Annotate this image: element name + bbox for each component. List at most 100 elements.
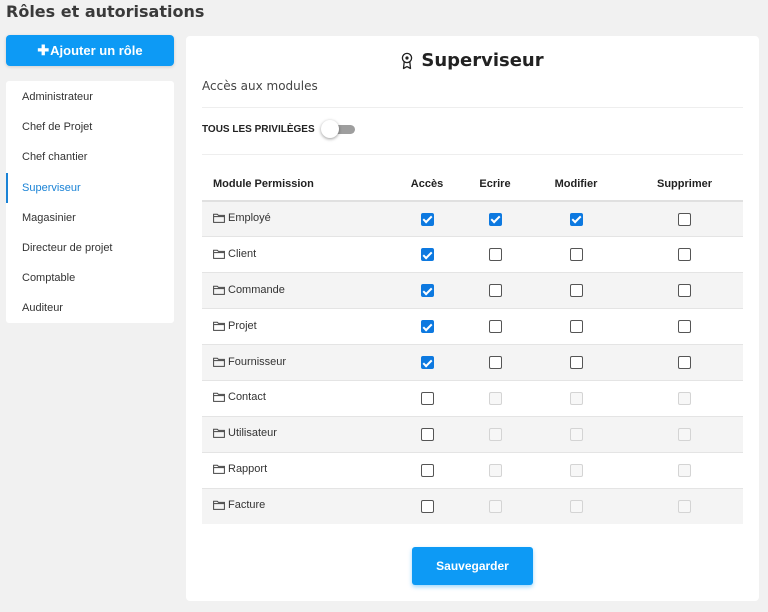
divider [202, 154, 743, 155]
module-cell: Employé [202, 201, 390, 238]
add-role-label: Ajouter un rôle [50, 43, 143, 58]
all-privileges-toggle[interactable] [320, 120, 355, 138]
plus-icon: ✚ [37, 42, 50, 58]
table-row: Commande [202, 272, 743, 310]
permission-cell [464, 272, 526, 310]
permission-cell [526, 236, 626, 274]
supprimer-checkbox[interactable] [678, 248, 691, 262]
supprimer-checkbox[interactable] [678, 320, 691, 334]
modifier-checkbox [569, 391, 583, 405]
supprimer-checkbox [678, 463, 691, 477]
acces-checkbox[interactable] [420, 212, 434, 226]
acces-checkbox[interactable] [420, 427, 434, 441]
permission-cell [626, 416, 743, 453]
permission-cell [626, 272, 743, 310]
ecrire-checkbox[interactable] [488, 356, 502, 369]
module-cell: Contact [202, 380, 390, 417]
permission-cell [626, 236, 743, 274]
folder-icon [213, 428, 225, 441]
all-privileges-label: TOUS LES PRIVILÈGES [202, 123, 315, 135]
supprimer-checkbox[interactable] [678, 356, 691, 369]
divider [202, 107, 743, 108]
role-permissions-card: Superviseur Accès aux modules TOUS LES P… [186, 36, 759, 601]
permission-cell [390, 416, 464, 453]
table-row: Projet [202, 308, 743, 346]
ecrire-checkbox[interactable] [488, 248, 502, 262]
module-cell: Rapport [202, 452, 390, 489]
save-button[interactable]: Sauvegarder [412, 547, 533, 585]
acces-checkbox[interactable] [420, 463, 434, 477]
permission-cell [626, 488, 743, 525]
modifier-checkbox[interactable] [569, 212, 583, 226]
supprimer-checkbox[interactable] [678, 284, 691, 298]
acces-checkbox[interactable] [420, 391, 434, 405]
role-item-superviseur[interactable]: Superviseur [6, 172, 174, 203]
modifier-checkbox [569, 427, 583, 441]
role-title: Superviseur [186, 50, 759, 71]
module-name: Rapport [228, 463, 268, 476]
all-privileges-row: TOUS LES PRIVILÈGES [202, 120, 355, 138]
folder-icon [213, 321, 225, 334]
ecrire-checkbox[interactable] [488, 320, 502, 334]
role-item-magasinier[interactable]: Magasinier [6, 203, 174, 233]
role-item-administrateur[interactable]: Administrateur [6, 82, 174, 112]
table-row: Utilisateur [202, 416, 743, 453]
permission-cell [526, 272, 626, 310]
permission-cell [526, 416, 626, 453]
modifier-checkbox[interactable] [569, 248, 583, 262]
permission-cell [390, 380, 464, 417]
module-name: Client [228, 247, 257, 260]
permission-cell [464, 344, 526, 381]
role-item-chef-chantier[interactable]: Chef chantier [6, 142, 174, 172]
role-name: Superviseur [421, 50, 544, 71]
page-title: Rôles et autorisations [6, 2, 205, 21]
acces-checkbox[interactable] [420, 284, 434, 298]
supprimer-checkbox [678, 427, 691, 441]
permission-cell [626, 308, 743, 346]
folder-icon [213, 464, 225, 477]
permission-cell [390, 308, 464, 346]
module-cell: Fournisseur [202, 344, 390, 381]
permission-cell [464, 452, 526, 489]
permission-cell [390, 201, 464, 238]
column-header-ecrire: Ecrire [464, 167, 526, 202]
acces-checkbox[interactable] [420, 320, 434, 334]
permission-cell [526, 201, 626, 238]
role-item-auditeur[interactable]: Auditeur [6, 293, 174, 323]
ecrire-checkbox [488, 391, 502, 405]
toggle-knob [320, 120, 339, 138]
ecrire-checkbox[interactable] [488, 284, 502, 298]
module-name: Employé [228, 212, 271, 225]
modifier-checkbox[interactable] [569, 284, 583, 298]
role-item-comptable[interactable]: Comptable [6, 263, 174, 293]
acces-checkbox[interactable] [420, 248, 434, 262]
folder-icon [213, 357, 225, 370]
column-header-modifier: Modifier [526, 167, 626, 202]
table-header-row: Module Permission Accès Ecrire Modifier … [202, 167, 743, 202]
column-header-supprimer: Supprimer [626, 167, 743, 202]
ecrire-checkbox[interactable] [488, 212, 502, 226]
table-row: Rapport [202, 452, 743, 489]
module-cell: Projet [202, 308, 390, 346]
supprimer-checkbox[interactable] [678, 212, 691, 226]
permission-cell [626, 344, 743, 381]
module-name: Utilisateur [228, 427, 277, 440]
module-cell: Client [202, 236, 390, 274]
folder-icon [213, 213, 225, 226]
ecrire-checkbox [488, 427, 502, 441]
acces-checkbox[interactable] [420, 356, 434, 369]
module-name: Commande [228, 283, 285, 296]
role-item-chef-de-projet[interactable]: Chef de Projet [6, 112, 174, 142]
permissions-table: Module Permission Accès Ecrire Modifier … [202, 167, 743, 525]
award-ribbon-icon [402, 52, 413, 69]
role-item-directeur-de-projet[interactable]: Directeur de projet [6, 233, 174, 263]
table-row: Contact [202, 380, 743, 417]
folder-icon [213, 500, 225, 513]
acces-checkbox[interactable] [420, 499, 434, 513]
add-role-button[interactable]: ✚ Ajouter un rôle [6, 35, 174, 66]
permission-cell [626, 201, 743, 238]
modifier-checkbox[interactable] [569, 320, 583, 334]
modifier-checkbox[interactable] [569, 356, 583, 369]
table-row: Facture [202, 488, 743, 525]
permission-cell [464, 488, 526, 525]
